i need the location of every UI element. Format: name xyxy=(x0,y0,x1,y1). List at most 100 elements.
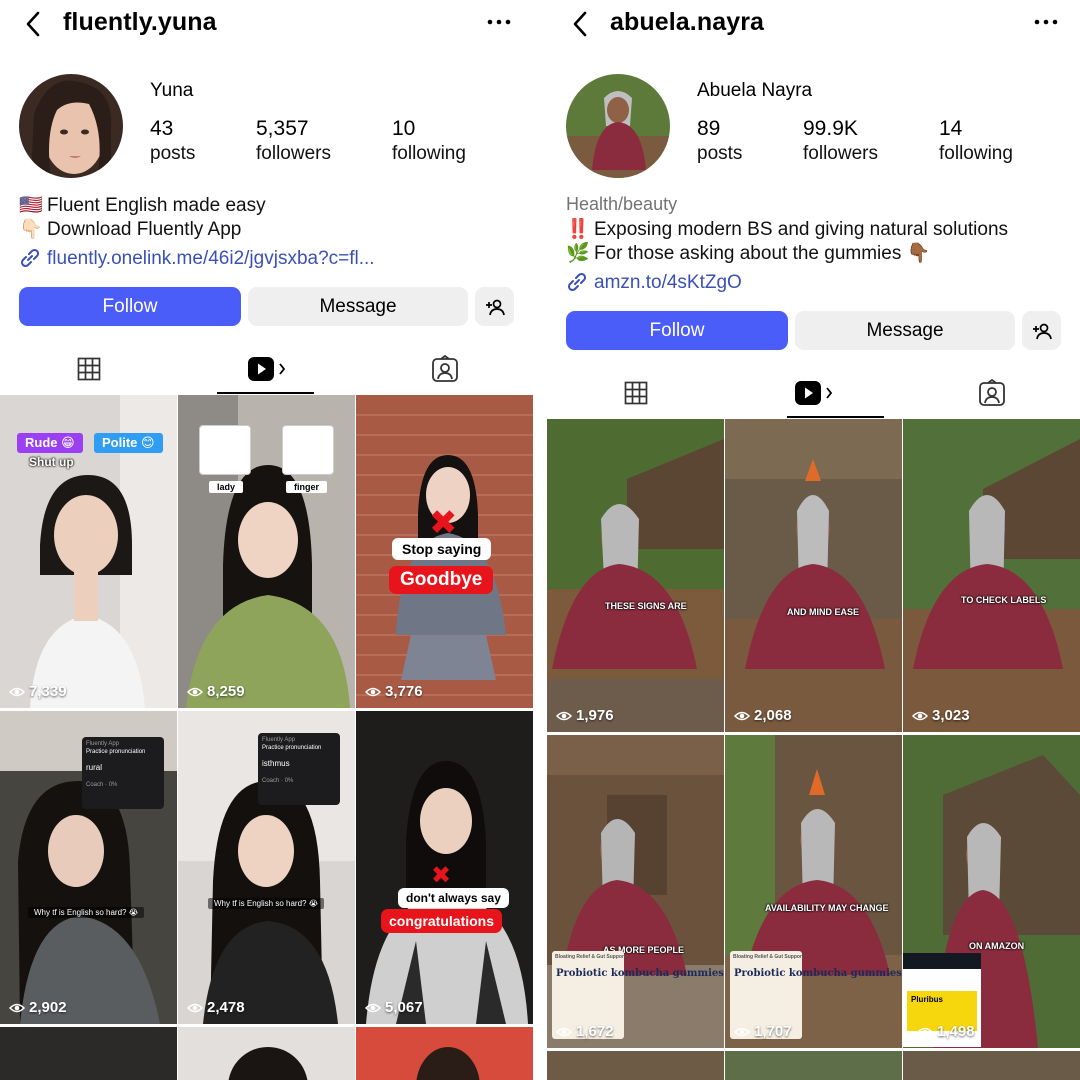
reel-tile[interactable]: AND MIND EASE 2,068 xyxy=(725,419,902,732)
eye-icon xyxy=(187,1003,203,1012)
reel-tile[interactable]: ✖ don't always say congratulations 5,067 xyxy=(356,711,533,1024)
profile-panel-abuela-nayra: abuela.nayra Abuela Nayra 89 posts 99.9K f… xyxy=(547,0,1080,1080)
link-icon xyxy=(567,272,587,292)
bio-line: 👇🏻 Download Fluently App xyxy=(19,219,242,240)
back-arrow-icon[interactable] xyxy=(22,10,46,38)
active-tab-indicator xyxy=(787,416,884,418)
eye-icon xyxy=(9,1003,25,1012)
stat-followers[interactable]: 5,357 followers xyxy=(256,116,331,166)
view-count: 1,976 xyxy=(556,707,614,724)
eye-icon xyxy=(556,1027,572,1036)
view-count: 5,067 xyxy=(365,999,423,1016)
reel-tile[interactable] xyxy=(356,1027,533,1080)
top-bar: fluently.yuna xyxy=(0,0,533,48)
view-count: 7,339 xyxy=(9,683,67,700)
caption: THESE SIGNS ARE xyxy=(605,601,687,611)
reel-tile[interactable]: Fluently App Practice pronunciation isthmu… xyxy=(178,711,355,1024)
overlay-text-top: Stop saying xyxy=(392,538,492,560)
subtitle: Why tf is English so hard? 😭 xyxy=(28,907,145,918)
eye-icon xyxy=(365,1003,381,1012)
grid-icon xyxy=(77,357,101,381)
overlay-text-top: don't always say xyxy=(398,888,509,908)
follow-button[interactable]: Follow xyxy=(566,311,788,350)
view-count: 8,259 xyxy=(187,683,245,700)
bio-line: ‼️ Exposing modern BS and giving natural … xyxy=(566,219,1009,240)
reel-tile[interactable] xyxy=(178,1027,355,1080)
stat-followers[interactable]: 99.9K followers xyxy=(803,116,878,166)
double-exclamation-icon: ‼️ xyxy=(566,219,590,240)
suggest-user-button[interactable] xyxy=(475,287,514,326)
more-options-icon[interactable] xyxy=(485,12,513,32)
tab-tagged[interactable] xyxy=(356,344,533,394)
reel-tile[interactable] xyxy=(0,1027,177,1080)
message-button[interactable]: Message xyxy=(795,311,1015,350)
view-count: 2,068 xyxy=(734,707,792,724)
follow-button[interactable]: Follow xyxy=(19,287,241,326)
reel-tile[interactable]: lady finger 8,259 xyxy=(178,395,355,708)
reel-tile[interactable] xyxy=(725,1051,902,1080)
stat-posts[interactable]: 89 posts xyxy=(697,116,742,166)
eye-icon xyxy=(365,687,381,696)
eye-icon xyxy=(917,1027,933,1036)
flag-icon: 🇺🇸 xyxy=(19,195,43,216)
more-options-icon[interactable] xyxy=(1032,12,1060,32)
suggest-user-button[interactable] xyxy=(1022,311,1061,350)
amazon-header xyxy=(903,953,981,969)
view-count: 2,478 xyxy=(187,999,245,1016)
overlay-text-main: congratulations xyxy=(381,909,503,933)
tab-posts-grid[interactable] xyxy=(0,344,178,394)
add-user-icon xyxy=(485,299,505,315)
reel-tile[interactable]: THESE SIGNS ARE 1,976 xyxy=(547,419,724,732)
reel-tile[interactable]: ✖ Stop saying Goodbye 3,776 xyxy=(356,395,533,708)
label-left: lady xyxy=(209,481,244,493)
stat-posts[interactable]: 43 posts xyxy=(150,116,195,166)
overlay-text-main: Goodbye xyxy=(389,566,494,594)
avatar[interactable] xyxy=(19,74,123,178)
reels-icon xyxy=(795,381,833,405)
top-bar: abuela.nayra xyxy=(547,0,1080,48)
reel-tile[interactable] xyxy=(547,1051,724,1080)
red-x-icon: ✖ xyxy=(431,862,452,889)
subtitle: Why tf is English so hard? 😭 xyxy=(208,898,325,909)
avatar[interactable] xyxy=(566,74,670,178)
caption: TO CHECK LABELS xyxy=(961,595,1047,605)
profile-link[interactable]: fluently.onelink.me/46i2/jgvjsxba?c=fl..… xyxy=(19,248,375,270)
fluently-app-card: Fluently App Practice pronunciation rural C… xyxy=(82,737,164,809)
stat-following[interactable]: 14 following xyxy=(939,116,1013,166)
polite-tag: Polite 😊 xyxy=(94,433,163,453)
tab-posts-grid[interactable] xyxy=(547,368,725,418)
link-icon xyxy=(20,248,40,268)
tab-reels[interactable] xyxy=(178,344,356,394)
reel-tile[interactable]: TO CHECK LABELS 3,023 xyxy=(903,419,1080,732)
reel-tile[interactable]: AS MORE PEOPLE Bloating Relief & Gut Sup… xyxy=(547,735,724,1048)
reel-tile[interactable]: AVAILABILITY MAY CHANGE Bloating Relief … xyxy=(725,735,902,1048)
active-tab-indicator xyxy=(217,392,314,394)
tab-tagged[interactable] xyxy=(903,368,1080,418)
reel-tile[interactable] xyxy=(903,1051,1080,1080)
view-count: 2,902 xyxy=(9,999,67,1016)
eye-icon xyxy=(734,1027,750,1036)
bio-line: 🇺🇸 Fluent English made easy xyxy=(19,195,266,216)
eye-icon xyxy=(734,711,750,720)
profile-tabs xyxy=(547,368,1080,418)
reel-tile[interactable]: Rude 😁 Polite 😊 Shut up 7,339 xyxy=(0,395,177,708)
eye-icon xyxy=(9,687,25,696)
caption: ON AMAZON xyxy=(969,941,1025,951)
profile-link[interactable]: amzn.to/4sKtZgO xyxy=(566,272,742,294)
view-count: 3,023 xyxy=(912,707,970,724)
reel-tile[interactable]: ON AMAZON Pluribus 1,498 xyxy=(903,735,1080,1048)
stat-following[interactable]: 10 following xyxy=(392,116,466,166)
caption: AND MIND EASE xyxy=(787,607,860,617)
back-arrow-icon[interactable] xyxy=(569,10,593,38)
eye-icon xyxy=(187,687,203,696)
reel-tile[interactable]: Fluently App Practice pronunciation rural C… xyxy=(0,711,177,1024)
label-right: finger xyxy=(286,481,328,493)
profile-tabs xyxy=(0,344,533,394)
eye-icon xyxy=(556,711,572,720)
pointing-down-icon: 👇🏻 xyxy=(19,219,43,240)
view-count: 1,707 xyxy=(734,1023,792,1040)
rude-tag: Rude 😁 xyxy=(17,433,83,453)
message-button[interactable]: Message xyxy=(248,287,468,326)
view-count: 1,672 xyxy=(556,1023,614,1040)
tab-reels[interactable] xyxy=(725,368,903,418)
